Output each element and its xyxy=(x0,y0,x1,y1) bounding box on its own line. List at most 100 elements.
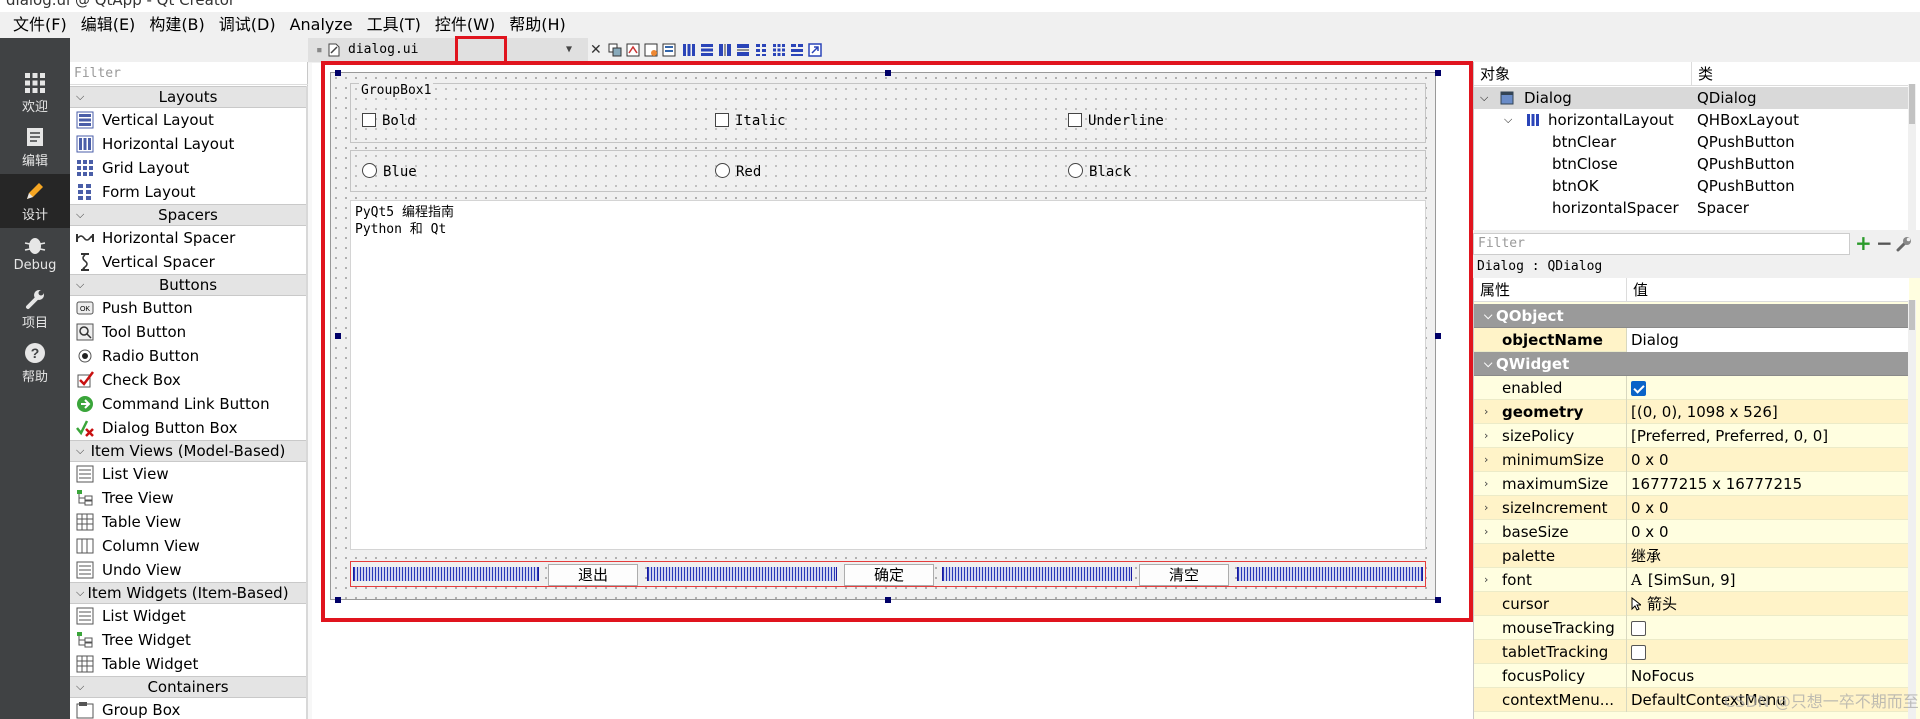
menu-tools[interactable]: 工具(T) xyxy=(360,12,428,38)
prop-value[interactable]: Dialog xyxy=(1626,328,1909,352)
category-containers[interactable]: ⌵ Containers xyxy=(70,676,306,698)
mode-help[interactable]: ? 帮助 xyxy=(0,336,70,390)
add-property-icon[interactable]: + xyxy=(1855,231,1872,255)
prop-maximumsize[interactable]: › maximumSize 16777215 x 16777215 xyxy=(1474,472,1909,496)
mode-design[interactable]: 设计 xyxy=(0,174,70,228)
category-layouts[interactable]: ⌵ Layouts xyxy=(70,86,306,108)
scrollbar-thumb[interactable] xyxy=(1909,84,1915,124)
prop-value[interactable]: 0 x 0 xyxy=(1626,448,1909,472)
configure-wrench-icon[interactable] xyxy=(1896,236,1912,252)
widget-table-widget[interactable]: Table Widget xyxy=(70,652,306,676)
prop-value[interactable]: 0 x 0 xyxy=(1626,520,1909,544)
column-header-value[interactable]: 值 xyxy=(1626,278,1909,302)
menu-file[interactable]: 文件(F) xyxy=(6,12,74,38)
checkbox-unchecked-icon[interactable] xyxy=(1631,645,1646,660)
widget-horizontal-spacer[interactable]: Horizontal Spacer xyxy=(70,226,306,250)
edit-tab-order-icon[interactable] xyxy=(662,43,676,57)
menu-debug[interactable]: 调试(D) xyxy=(212,12,283,38)
prop-minimumsize[interactable]: › minimumSize 0 x 0 xyxy=(1474,448,1909,472)
widget-check-box[interactable]: Check Box xyxy=(70,368,306,392)
grid-layout-tool-icon[interactable] xyxy=(772,43,786,57)
prop-sizeincrement[interactable]: › sizeIncrement 0 x 0 xyxy=(1474,496,1909,520)
prop-geometry[interactable]: › geometry [(0, 0), 1098 x 526] xyxy=(1474,400,1909,424)
mode-projects[interactable]: 项目 xyxy=(0,282,70,336)
prop-tablettracking[interactable]: tabletTracking xyxy=(1474,640,1909,664)
mode-edit[interactable]: 编辑 xyxy=(0,120,70,174)
canvas-scrollbar[interactable] xyxy=(308,63,312,719)
prop-objectname[interactable]: objectName Dialog xyxy=(1474,328,1909,352)
edit-widgets-icon[interactable] xyxy=(608,43,622,57)
widget-undo-view[interactable]: Undo View xyxy=(70,558,306,582)
widget-command-link-button[interactable]: Command Link Button xyxy=(70,392,306,416)
category-item-views[interactable]: ⌵ Item Views (Model-Based) xyxy=(70,440,306,462)
widget-tree-widget[interactable]: Tree Widget xyxy=(70,628,306,652)
prop-value[interactable]: A [SimSun, 9] xyxy=(1626,568,1909,592)
prop-cursor[interactable]: cursor 箭头 xyxy=(1474,592,1909,616)
tree-row-dialog[interactable]: ⌵ Dialog QDialog xyxy=(1474,87,1909,109)
menu-analyze[interactable]: Analyze xyxy=(283,12,360,38)
prop-value[interactable]: 继承 xyxy=(1626,544,1909,568)
prop-value[interactable]: NoFocus xyxy=(1626,664,1909,688)
widget-list-view[interactable]: List View xyxy=(70,462,306,486)
checkbox-checked-icon[interactable] xyxy=(1631,381,1646,396)
prop-value[interactable]: 0 x 0 xyxy=(1626,496,1909,520)
prop-font[interactable]: › font A [SimSun, 9] xyxy=(1474,568,1909,592)
checkbox-unchecked-icon[interactable] xyxy=(1631,621,1646,636)
prop-value[interactable]: 箭头 xyxy=(1626,592,1909,616)
widget-group-box[interactable]: Group Box xyxy=(70,698,306,719)
splitter-horizontal-icon[interactable] xyxy=(718,43,732,57)
menu-help[interactable]: 帮助(H) xyxy=(502,12,573,38)
splitter-vertical-icon[interactable] xyxy=(736,43,750,57)
column-header-object[interactable]: 对象 xyxy=(1474,62,1691,86)
file-dropdown-icon[interactable]: ▼ xyxy=(566,38,572,62)
widget-tree-view[interactable]: Tree View xyxy=(70,486,306,510)
edit-signals-icon[interactable] xyxy=(626,43,640,57)
prop-value[interactable] xyxy=(1626,640,1909,664)
menu-widgets[interactable]: 控件(W) xyxy=(428,12,502,38)
category-spacers[interactable]: ⌵ Spacers xyxy=(70,204,306,226)
widget-list-widget[interactable]: List Widget xyxy=(70,604,306,628)
prop-focuspolicy[interactable]: focusPolicy NoFocus xyxy=(1474,664,1909,688)
widget-push-button[interactable]: OK Push Button xyxy=(70,296,306,320)
break-layout-icon[interactable] xyxy=(790,43,804,57)
prop-value[interactable] xyxy=(1626,616,1909,640)
property-filter-input[interactable]: Filter xyxy=(1473,233,1850,255)
horizontal-layout-tool-icon[interactable] xyxy=(682,43,696,57)
prop-palette[interactable]: palette 继承 xyxy=(1474,544,1909,568)
tree-row-horizontal-layout[interactable]: ⌵ horizontalLayout QHBoxLayout xyxy=(1474,109,1909,131)
tree-row-btnclose[interactable]: btnClose QPushButton xyxy=(1474,153,1909,175)
vertical-layout-tool-icon[interactable] xyxy=(700,43,714,57)
widget-radio-button[interactable]: Radio Button xyxy=(70,344,306,368)
menu-build[interactable]: 构建(B) xyxy=(142,12,211,38)
adjust-size-icon[interactable] xyxy=(808,43,822,57)
remove-property-icon[interactable]: − xyxy=(1876,231,1893,255)
column-header-class[interactable]: 类 xyxy=(1691,62,1909,86)
form-layout-tool-icon[interactable] xyxy=(754,43,768,57)
object-inspector-scrollbar[interactable] xyxy=(1908,84,1916,230)
property-editor-scrollbar[interactable] xyxy=(1908,300,1916,719)
prop-mousetracking[interactable]: mouseTracking xyxy=(1474,616,1909,640)
widget-filter-input[interactable]: Filter xyxy=(70,63,308,85)
widget-grid-layout[interactable]: Grid Layout xyxy=(70,156,306,180)
file-tab[interactable]: dialog.ui ▪ ▼ xyxy=(308,38,588,62)
prop-value[interactable] xyxy=(1626,376,1909,400)
widget-tool-button[interactable]: Tool Button xyxy=(70,320,306,344)
widget-form-layout[interactable]: Form Layout xyxy=(70,180,306,204)
section-qwidget[interactable]: ⌵ QWidget xyxy=(1474,352,1909,376)
tree-row-btnok[interactable]: btnOK QPushButton xyxy=(1474,175,1909,197)
section-qobject[interactable]: ⌵ QObject xyxy=(1474,304,1909,328)
widget-dialog-button-box[interactable]: Dialog Button Box xyxy=(70,416,306,440)
edit-buddies-icon[interactable] xyxy=(644,43,658,57)
widget-vertical-layout[interactable]: Vertical Layout xyxy=(70,108,306,132)
widget-column-view[interactable]: Column View xyxy=(70,534,306,558)
mode-welcome[interactable]: 欢迎 xyxy=(0,66,70,120)
tree-row-btnclear[interactable]: btnClear QPushButton xyxy=(1474,131,1909,153)
prop-value[interactable]: [(0, 0), 1098 x 526] xyxy=(1626,400,1909,424)
scrollbar-thumb[interactable] xyxy=(1909,300,1915,330)
widget-horizontal-layout[interactable]: Horizontal Layout xyxy=(70,132,306,156)
prop-value[interactable]: 16777215 x 16777215 xyxy=(1626,472,1909,496)
close-document-icon[interactable]: ✕ xyxy=(590,43,604,57)
widget-vertical-spacer[interactable]: Vertical Spacer xyxy=(70,250,306,274)
category-item-widgets[interactable]: ⌵ Item Widgets (Item-Based) xyxy=(70,582,306,604)
mode-debug[interactable]: Debug xyxy=(0,228,70,282)
